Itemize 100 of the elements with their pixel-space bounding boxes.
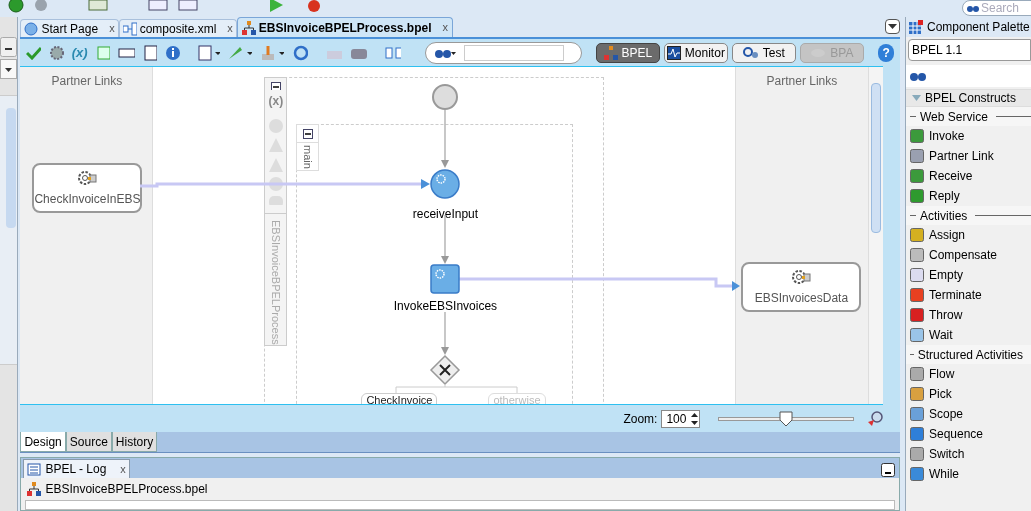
editor-tab[interactable]: Start Page x xyxy=(20,19,119,37)
close-tab-button[interactable]: x xyxy=(227,20,233,37)
log-entry[interactable]: EBSInvoiceBPELProcess.bpel xyxy=(45,480,208,498)
search-input[interactable]: Search xyxy=(981,1,1021,15)
view-tab[interactable]: History xyxy=(111,432,158,452)
help-icon[interactable]: ? xyxy=(877,43,895,62)
caret-icon xyxy=(888,24,898,29)
collapse-icon[interactable] xyxy=(302,129,313,139)
zoom-value: 100 xyxy=(665,410,688,428)
view-tab[interactable]: Source xyxy=(65,432,112,452)
square-icon xyxy=(910,248,924,262)
square-icon xyxy=(910,328,924,342)
square-icon xyxy=(910,407,924,421)
library-dropdown[interactable]: BPEL 1.1 xyxy=(908,39,1031,61)
close-tab-button[interactable]: x xyxy=(120,460,126,478)
palette-item[interactable]: Invoke xyxy=(906,126,1031,146)
partner-link-node[interactable]: EBSInvoicesData xyxy=(741,262,862,312)
activity-label: receiveInput xyxy=(411,206,480,223)
process-tree-icon xyxy=(27,482,42,496)
find-field[interactable] xyxy=(425,41,582,64)
zoom-slider[interactable] xyxy=(718,410,855,427)
square-icon xyxy=(910,129,924,143)
palette-item[interactable]: Empty xyxy=(906,265,1031,285)
zoom-spinner[interactable]: 100 xyxy=(661,409,701,428)
square-icon xyxy=(910,387,924,401)
minimize-icon[interactable] xyxy=(881,463,896,477)
palette-item[interactable]: Compensate xyxy=(906,245,1031,265)
square-icon xyxy=(910,427,924,441)
mode-button[interactable]: Test xyxy=(731,42,796,63)
minimize-icon[interactable] xyxy=(0,37,17,57)
partner-link-node[interactable]: CheckInvoiceInEBS xyxy=(32,163,143,213)
composite-icon xyxy=(122,21,137,36)
palette-item[interactable]: Throw xyxy=(906,305,1031,325)
case-branch[interactable]: CheckInvoice xyxy=(361,393,438,404)
palette-item[interactable]: Flow xyxy=(906,364,1031,384)
palette-item[interactable]: Assign xyxy=(906,225,1031,245)
square-icon xyxy=(910,189,924,203)
palette-item[interactable]: Receive xyxy=(906,166,1031,186)
slider-thumb[interactable] xyxy=(779,410,794,427)
palette-item[interactable]: Reply xyxy=(906,186,1031,206)
collapse-icon[interactable] xyxy=(270,82,281,90)
lane-title: Partner Links xyxy=(50,73,124,90)
activity-label: InvokeEBSInvoices xyxy=(392,298,499,315)
palette-item[interactable]: Scope xyxy=(906,404,1031,424)
flow-arrow xyxy=(441,311,450,355)
square-icon xyxy=(910,268,924,282)
tab-list-button[interactable] xyxy=(885,19,901,34)
close-tab-button[interactable]: x xyxy=(442,19,449,36)
editor-tab[interactable]: composite.xml x xyxy=(118,19,237,37)
search-field[interactable]: Search xyxy=(962,0,1031,16)
grid-icon xyxy=(909,20,923,34)
close-tab-button[interactable]: x xyxy=(109,20,115,37)
partner-link-name: EBSInvoicesData xyxy=(754,290,849,307)
palette-item[interactable]: Switch xyxy=(906,444,1031,464)
checkmark-icon[interactable] xyxy=(26,45,42,60)
receive-activity xyxy=(430,169,461,199)
square-icon xyxy=(910,288,924,302)
flow-arrow xyxy=(441,109,450,168)
zoom-label: Zoom: xyxy=(623,410,658,428)
mode-button[interactable]: Monitor xyxy=(663,42,728,63)
lane-title: Partner Links xyxy=(765,73,839,90)
binoculars-icon[interactable] xyxy=(910,70,926,82)
palette-item[interactable]: Sequence xyxy=(906,424,1031,444)
palette-group-title: Structured Activities xyxy=(917,346,1023,364)
info-icon[interactable] xyxy=(165,44,180,61)
process-name: EBSInvoiceBPELProcess xyxy=(269,220,284,345)
square-icon xyxy=(910,169,924,183)
palette-item[interactable]: Partner Link xyxy=(906,146,1031,166)
zoom-icon[interactable] xyxy=(866,409,885,428)
start-node xyxy=(432,84,459,110)
log-tab[interactable]: BPEL - Log x xyxy=(23,459,130,478)
play-icon[interactable] xyxy=(268,0,284,12)
square-icon xyxy=(910,467,924,481)
bug-icon[interactable] xyxy=(306,0,322,12)
palette-item[interactable]: Wait xyxy=(906,325,1031,345)
process-tree-icon xyxy=(603,45,618,60)
vertical-scrollbar[interactable] xyxy=(0,95,18,365)
editor-tab[interactable]: EBSInvoiceBPELProcess.bpel x xyxy=(236,17,454,37)
dropdown-button[interactable] xyxy=(0,59,17,79)
switch-activity xyxy=(430,354,461,386)
vertical-scrollbar[interactable] xyxy=(868,67,884,404)
palette-section-header[interactable]: BPEL Constructs xyxy=(906,89,1031,107)
gear-icon xyxy=(790,267,813,287)
palette-item[interactable]: Pick xyxy=(906,384,1031,404)
palette-item[interactable]: Terminate xyxy=(906,285,1031,305)
square-icon xyxy=(910,447,924,461)
partner-link-name: CheckInvoiceInEBS xyxy=(34,191,141,208)
scrollbar-thumb[interactable] xyxy=(6,108,16,228)
view-tab[interactable]: Design xyxy=(20,432,66,452)
palette-item[interactable]: While xyxy=(906,464,1031,484)
spinner-arrows-icon xyxy=(690,410,700,427)
palette-group-title: Activities xyxy=(920,207,968,225)
square-icon xyxy=(910,367,924,381)
gear-icon xyxy=(76,168,99,188)
mode-button[interactable]: BPEL xyxy=(595,42,660,63)
gear-icon[interactable] xyxy=(49,44,64,61)
binoculars-icon xyxy=(967,3,979,13)
run-icon[interactable] xyxy=(8,0,24,13)
palette-group-title: Web Service xyxy=(920,108,988,126)
process-tree-icon xyxy=(241,20,256,35)
